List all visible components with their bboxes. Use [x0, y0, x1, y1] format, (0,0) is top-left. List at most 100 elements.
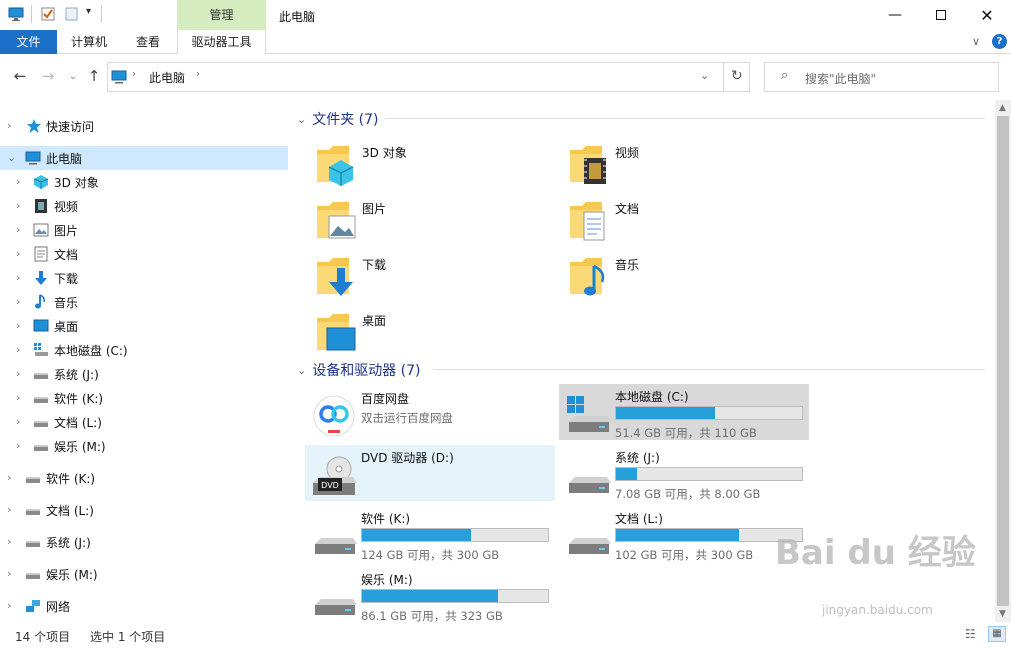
chevron-right-icon[interactable]: ›: [16, 392, 28, 404]
sidebar-item-documents[interactable]: › 文档: [0, 242, 288, 266]
navigation-pane: › 快速访问 ⌄ 此电脑 › 3D 对象 › 视频 › 图片 › 文档 › 下载…: [0, 100, 288, 622]
sidebar-item-downloads[interactable]: › 下载: [0, 266, 288, 290]
close-button[interactable]: ✕: [964, 0, 1010, 30]
chevron-right-icon[interactable]: ›: [7, 568, 19, 580]
folder-documents[interactable]: 文档: [548, 194, 798, 246]
up-button[interactable]: ↑: [84, 66, 104, 86]
manage-context-tab[interactable]: 管理: [177, 0, 266, 30]
breadcrumb-this-pc[interactable]: 此电脑: [149, 69, 185, 86]
sidebar-item-desktop[interactable]: › 桌面: [0, 314, 288, 338]
dvd-drive-icon: DVD: [313, 456, 357, 495]
sidebar-item-drive-k-root[interactable]: › 软件 (K:): [0, 466, 288, 490]
tab-view[interactable]: 查看: [120, 30, 176, 54]
new-folder-icon[interactable]: [64, 6, 80, 22]
recent-locations-button[interactable]: ⌄: [63, 66, 83, 86]
help-icon[interactable]: ?: [992, 34, 1007, 49]
scroll-down-icon[interactable]: ▼: [999, 609, 1006, 619]
sidebar-item-music[interactable]: › 音乐: [0, 290, 288, 314]
details-view-icon[interactable]: ☷: [965, 627, 976, 641]
ribbon-expand-icon[interactable]: ∨: [972, 35, 980, 48]
sidebar-item-drive-c[interactable]: › 本地磁盘 (C:): [0, 338, 288, 362]
sidebar-item-drive-m[interactable]: › 娱乐 (M:): [0, 434, 288, 458]
properties-checkmark-icon[interactable]: [40, 6, 56, 22]
drive-usage-fill: [362, 529, 472, 541]
drive-icon: [34, 397, 48, 403]
drive-c[interactable]: 本地磁盘 (C:) 51.4 GB 可用，共 110 GB: [559, 384, 809, 440]
sidebar-item-label: 文档 (L:): [46, 504, 94, 518]
drive-dvd-d[interactable]: DVD DVD 驱动器 (D:): [305, 445, 555, 501]
drive-m[interactable]: 娱乐 (M:) 86.1 GB 可用，共 323 GB: [305, 567, 555, 623]
tab-drive-tools[interactable]: 驱动器工具: [177, 30, 266, 54]
scroll-up-icon[interactable]: ▲: [999, 103, 1006, 113]
folder-video[interactable]: 视频: [548, 138, 798, 190]
folder-desktop[interactable]: 桌面: [295, 306, 545, 358]
drive-subtitle: 双击运行百度网盘: [361, 411, 453, 425]
drives-group-header[interactable]: ⌄ 设备和驱动器 (7): [297, 360, 421, 380]
breadcrumb-separator-icon[interactable]: ›: [132, 69, 136, 80]
drive-l[interactable]: 文档 (L:) 102 GB 可用，共 300 GB: [559, 506, 809, 562]
folders-group-header[interactable]: ⌄ 文件夹 (7): [297, 109, 379, 129]
sidebar-item-this-pc[interactable]: ⌄ 此电脑: [0, 146, 288, 170]
qat-dropdown-icon[interactable]: ▾: [86, 6, 91, 17]
chevron-down-icon[interactable]: ⌄: [7, 152, 19, 164]
chevron-right-icon[interactable]: ›: [16, 296, 28, 308]
sidebar-item-3d-objects[interactable]: › 3D 对象: [0, 170, 288, 194]
chevron-right-icon[interactable]: ›: [16, 320, 28, 332]
chevron-right-icon[interactable]: ›: [16, 272, 28, 284]
computer-icon[interactable]: [8, 6, 24, 22]
sidebar-item-drive-k[interactable]: › 软件 (K:): [0, 386, 288, 410]
folder-3d-objects[interactable]: 3D 对象: [295, 138, 545, 190]
chevron-right-icon[interactable]: ›: [16, 368, 28, 380]
drive-icon: [34, 421, 48, 427]
address-dropdown-icon[interactable]: ⌄: [700, 69, 709, 82]
sidebar-item-network[interactable]: › 网络: [0, 594, 288, 618]
folder-pictures[interactable]: 图片: [295, 194, 545, 246]
sidebar-item-drive-l-root[interactable]: › 文档 (L:): [0, 498, 288, 522]
chevron-right-icon[interactable]: ›: [7, 504, 19, 516]
vertical-scrollbar[interactable]: ▲ ▼: [995, 100, 1011, 622]
forward-button[interactable]: →: [38, 66, 58, 86]
sidebar-item-quick-access[interactable]: › 快速访问: [0, 114, 288, 138]
drive-name: 系统 (J:): [615, 451, 660, 465]
tab-computer[interactable]: 计算机: [60, 30, 118, 54]
sidebar-item-pictures[interactable]: › 图片: [0, 218, 288, 242]
scrollbar-thumb[interactable]: [997, 116, 1009, 606]
sidebar-item-drive-j[interactable]: › 系统 (J:): [0, 362, 288, 386]
chevron-right-icon[interactable]: ›: [16, 248, 28, 260]
chevron-right-icon[interactable]: ›: [7, 600, 19, 612]
drive-icon: [569, 477, 611, 493]
sidebar-item-drive-j-root[interactable]: › 系统 (J:): [0, 530, 288, 554]
documents-folder-icon: [570, 202, 605, 241]
drive-subtitle: 51.4 GB 可用，共 110 GB: [615, 426, 757, 440]
address-bar[interactable]: › 此电脑 › ⌄ ↻: [107, 62, 750, 92]
drive-subtitle: 102 GB 可用，共 300 GB: [615, 548, 754, 562]
chevron-right-icon[interactable]: ›: [16, 344, 28, 356]
chevron-right-icon[interactable]: ›: [16, 440, 28, 452]
breadcrumb-separator-icon[interactable]: ›: [196, 69, 200, 80]
chevron-right-icon[interactable]: ›: [16, 416, 28, 428]
chevron-right-icon[interactable]: ›: [16, 200, 28, 212]
drive-k[interactable]: 软件 (K:) 124 GB 可用，共 300 GB: [305, 506, 555, 562]
drive-icon: [26, 477, 40, 483]
back-button[interactable]: ←: [10, 66, 30, 86]
tab-file[interactable]: 文件: [0, 30, 57, 54]
chevron-right-icon[interactable]: ›: [16, 224, 28, 236]
sidebar-item-drive-l[interactable]: › 文档 (L:): [0, 410, 288, 434]
folder-music[interactable]: 音乐: [548, 250, 798, 302]
baidu-netdisk-icon: [313, 395, 355, 437]
drive-name: 本地磁盘 (C:): [615, 390, 689, 404]
drive-j[interactable]: 系统 (J:) 7.08 GB 可用，共 8.00 GB: [559, 445, 809, 501]
folder-downloads[interactable]: 下载: [295, 250, 545, 302]
minimize-button[interactable]: —: [872, 0, 918, 30]
chevron-right-icon[interactable]: ›: [7, 536, 19, 548]
chevron-right-icon[interactable]: ›: [7, 472, 19, 484]
chevron-right-icon[interactable]: ›: [7, 120, 19, 132]
chevron-right-icon[interactable]: ›: [16, 176, 28, 188]
sidebar-item-drive-m-root[interactable]: › 娱乐 (M:): [0, 562, 288, 586]
maximize-button[interactable]: [918, 0, 964, 30]
refresh-icon[interactable]: ↻: [731, 68, 743, 84]
tiles-view-icon[interactable]: ▦: [988, 626, 1006, 642]
sidebar-item-video[interactable]: › 视频: [0, 194, 288, 218]
search-input[interactable]: ⌕ 搜索"此电脑": [764, 62, 999, 92]
drive-baidu-netdisk[interactable]: 百度网盘 双击运行百度网盘: [305, 386, 555, 442]
